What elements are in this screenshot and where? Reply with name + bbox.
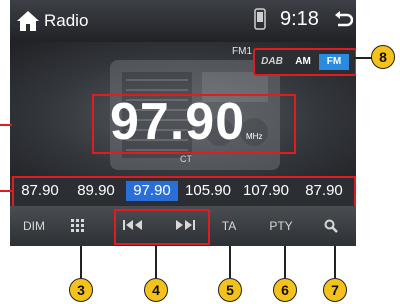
preset-2[interactable]: 89.90	[70, 181, 122, 201]
callout-5-line	[229, 246, 231, 278]
callout-7-line	[334, 246, 336, 278]
ta-button[interactable]: TA	[214, 215, 244, 237]
dim-button[interactable]: DIM	[14, 215, 54, 237]
frequency-unit: MHz	[246, 132, 263, 141]
phone-icon	[254, 8, 266, 30]
callout-3-line	[80, 246, 82, 278]
control-bar: DIM TA PTY	[10, 206, 356, 246]
preset-leader-line	[0, 190, 12, 192]
page-title: Radio	[44, 11, 89, 30]
search-icon[interactable]	[324, 219, 338, 233]
callout-6-line	[284, 246, 286, 278]
preset-4[interactable]: 105.90	[182, 181, 234, 201]
back-icon[interactable]	[333, 10, 353, 30]
preset-5[interactable]: 107.90	[240, 181, 292, 201]
band-am-button[interactable]: AM	[290, 54, 316, 70]
seek-forward-icon[interactable]	[174, 219, 196, 231]
preset-6[interactable]: 87.90	[298, 181, 350, 201]
radio-screen: Radio 9:18 FM1 DAB AM FM 97.90 MHz CT 87…	[10, 0, 356, 246]
grid-icon[interactable]	[70, 218, 86, 234]
preset-3[interactable]: 97.90	[126, 181, 178, 201]
home-icon[interactable]	[16, 10, 40, 32]
rds-label: CT	[180, 154, 192, 164]
preset-bar: 87.90 89.90 97.90 105.90 107.90 87.90	[10, 176, 356, 208]
band-label: FM1	[232, 46, 252, 57]
band-fm-button[interactable]: FM	[319, 54, 349, 70]
tuner-panel: FM1 DAB AM FM 97.90 MHz CT	[10, 42, 356, 176]
pty-button[interactable]: PTY	[264, 215, 298, 237]
frequency-leader-line	[0, 124, 12, 126]
callout-3: 3	[69, 278, 93, 302]
callout-6: 6	[273, 278, 297, 302]
band-dab-button[interactable]: DAB	[258, 54, 286, 70]
seek-back-icon[interactable]	[122, 219, 144, 231]
callout-4: 4	[144, 278, 168, 302]
frequency-value: 97.90	[110, 93, 246, 151]
callout-7: 7	[323, 278, 347, 302]
callout-4-line	[155, 246, 157, 278]
band-selector: DAB AM FM	[253, 48, 356, 76]
callout-8-line	[354, 57, 372, 59]
callout-5: 5	[218, 278, 242, 302]
status-bar: Radio 9:18	[10, 0, 356, 42]
clock: 9:18	[280, 8, 319, 30]
preset-1[interactable]: 87.90	[14, 181, 66, 201]
callout-8: 8	[371, 45, 395, 69]
frequency-display: 97.90 MHz	[92, 93, 296, 154]
